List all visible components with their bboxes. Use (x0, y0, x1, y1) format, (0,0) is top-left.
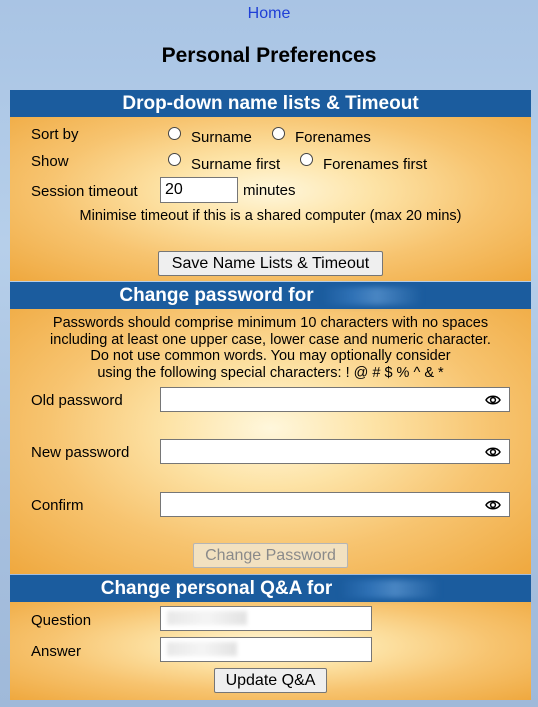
password-title: Change password for (119, 285, 314, 306)
session-timeout-label: Session timeout (31, 183, 138, 200)
password-rule-line: using the following special characters: … (97, 364, 444, 381)
show-surname-first-radio[interactable] (168, 153, 181, 166)
update-qa-button[interactable]: Update Q&A (214, 668, 327, 693)
home-link[interactable]: Home (0, 5, 538, 23)
show-password-eye-icon[interactable] (485, 392, 501, 408)
redacted-answer (167, 642, 237, 656)
show-surname-first-label[interactable]: Surname first (191, 156, 280, 173)
dropdown-timeout-title: Drop-down name lists & Timeout (122, 93, 419, 114)
qa-header: Change personal Q&A for (10, 575, 531, 602)
answer-field[interactable] (160, 637, 372, 662)
password-rule-line: including at least one upper case, lower… (50, 331, 491, 348)
redacted-username (340, 579, 441, 598)
confirm-password-field[interactable] (160, 492, 510, 517)
qa-title: Change personal Q&A for (100, 578, 333, 599)
old-password-label: Old password (31, 392, 123, 409)
show-forenames-first-radio[interactable] (300, 153, 313, 166)
timeout-unit-label: minutes (243, 182, 296, 199)
show-password-eye-icon[interactable] (485, 497, 501, 513)
sort-forenames-radio[interactable] (272, 127, 285, 140)
timeout-note: Minimise timeout if this is a shared com… (79, 208, 462, 224)
password-header: Change password for (10, 282, 531, 309)
question-field[interactable] (160, 606, 372, 631)
dropdown-timeout-header: Drop-down name lists & Timeout (10, 90, 531, 117)
password-rule-line: Do not use common words. You may optiona… (90, 348, 451, 364)
show-label: Show (31, 153, 69, 170)
sort-surname-label[interactable]: Surname (191, 129, 252, 146)
old-password-field[interactable] (160, 387, 510, 412)
redacted-username (321, 286, 422, 305)
new-password-field[interactable] (160, 439, 510, 464)
password-rule-line: Passwords should comprise minimum 10 cha… (52, 315, 489, 331)
session-timeout-input[interactable]: 20 (160, 177, 238, 203)
show-password-eye-icon[interactable] (485, 444, 501, 460)
change-password-button[interactable]: Change Password (193, 543, 348, 568)
sort-forenames-label[interactable]: Forenames (295, 129, 371, 146)
redacted-question (167, 611, 247, 625)
question-label: Question (31, 612, 92, 629)
save-name-lists-timeout-button[interactable]: Save Name Lists & Timeout (158, 251, 383, 276)
new-password-label: New password (31, 444, 130, 461)
answer-label: Answer (31, 643, 82, 660)
show-forenames-first-label[interactable]: Forenames first (323, 156, 427, 173)
home-link-text[interactable]: Home (248, 5, 291, 22)
password-rules-note: Passwords should comprise minimum 10 cha… (10, 315, 531, 381)
sort-surname-radio[interactable] (168, 127, 181, 140)
confirm-password-label: Confirm (31, 497, 84, 514)
sort-by-label: Sort by (31, 126, 79, 143)
page-title: Personal Preferences (161, 44, 377, 67)
